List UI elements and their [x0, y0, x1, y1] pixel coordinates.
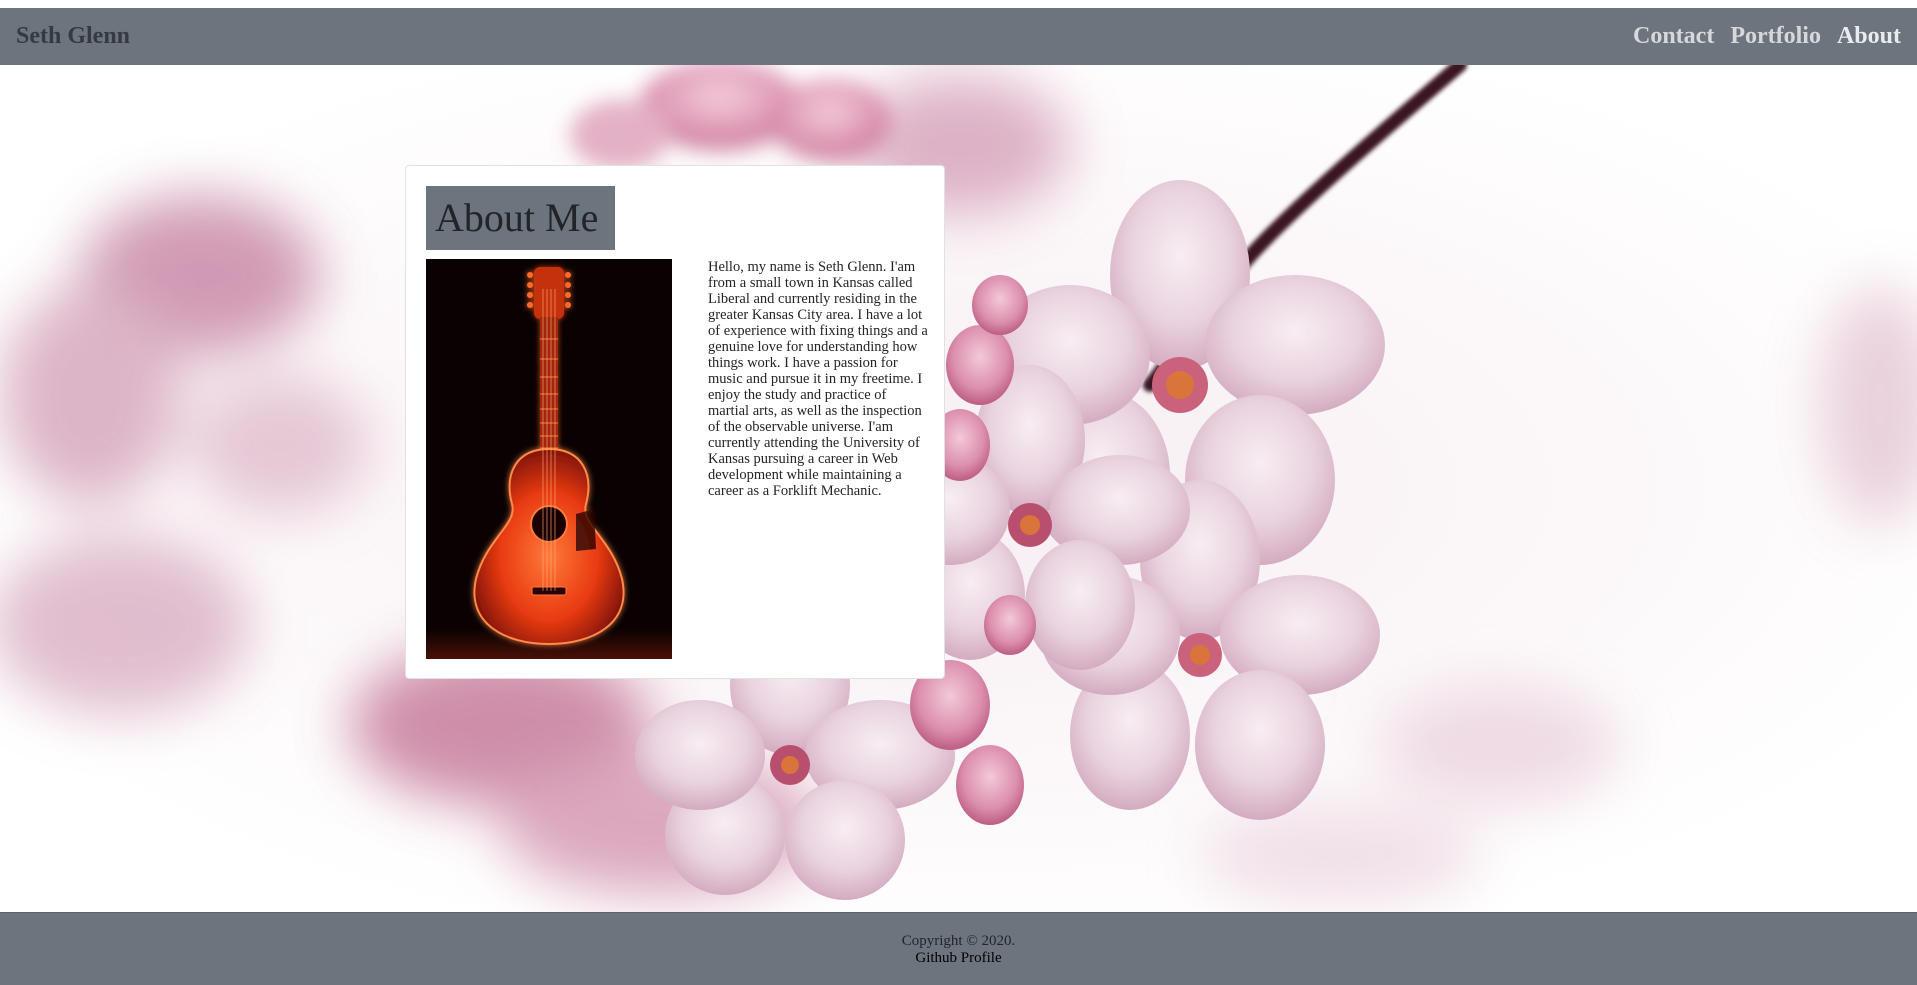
about-title: About Me	[426, 186, 615, 250]
guitar-icon	[426, 259, 672, 659]
nav-link-portfolio[interactable]: Portfolio	[1730, 23, 1821, 50]
cherry-blossom-background	[0, 65, 1917, 905]
page: Seth Glenn Contact Portfolio About About…	[0, 0, 1917, 985]
guitar-image	[426, 259, 672, 659]
brand-link[interactable]: Seth Glenn	[16, 23, 130, 50]
about-bio: Hello, my name is Seth Glenn. I'am from …	[708, 259, 928, 499]
footer: Copyright © 2020. Github Profile	[0, 912, 1917, 985]
nav-link-contact[interactable]: Contact	[1633, 23, 1714, 50]
top-navbar: Seth Glenn Contact Portfolio About	[0, 8, 1917, 65]
hero-background	[0, 65, 1917, 912]
nav-link-about[interactable]: About	[1837, 23, 1901, 50]
about-card: About Me Hello, my name is Seth Glenn. I…	[405, 165, 945, 679]
nav-links: Contact Portfolio About	[1633, 23, 1901, 50]
copyright-text: Copyright © 2020.	[901, 933, 1016, 949]
github-profile-link[interactable]: Github Profile	[915, 950, 1001, 966]
